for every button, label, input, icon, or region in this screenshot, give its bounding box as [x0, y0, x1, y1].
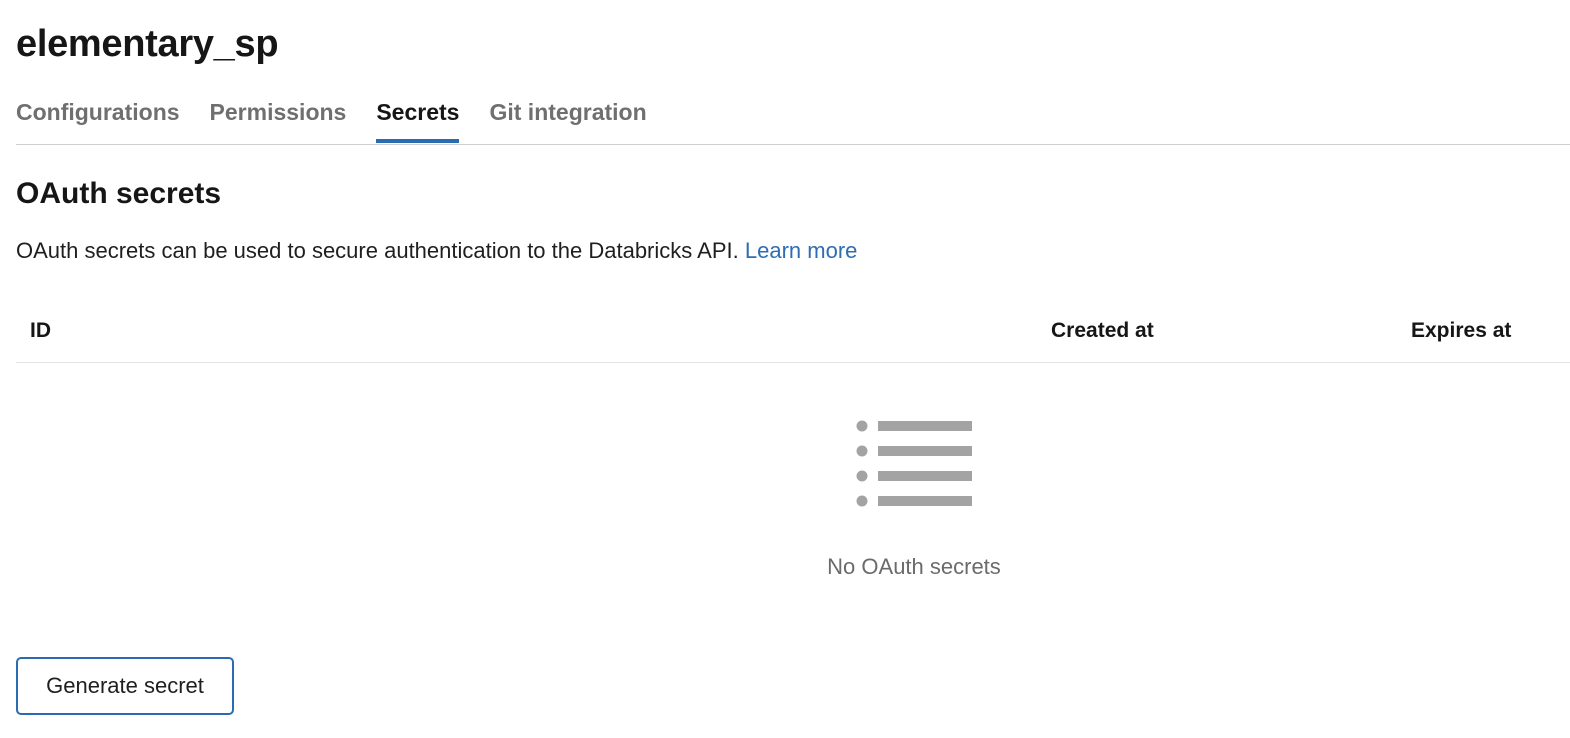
- tab-secrets[interactable]: Secrets: [376, 88, 460, 143]
- oauth-secrets-description: OAuth secrets can be used to secure auth…: [16, 236, 857, 266]
- empty-state-message: No OAuth secrets: [827, 554, 1001, 579]
- tab-bar: Configurations Permissions Secrets Git i…: [16, 88, 1570, 145]
- secrets-table-header: ID Created at Expires at: [16, 300, 1570, 363]
- tab-git-integration[interactable]: Git integration: [489, 88, 646, 143]
- column-header-created-at[interactable]: Created at: [1051, 316, 1154, 346]
- column-header-id[interactable]: ID: [30, 316, 51, 346]
- oauth-secrets-heading: OAuth secrets: [16, 177, 222, 210]
- list-icon: [856, 420, 972, 507]
- tab-permissions[interactable]: Permissions: [210, 88, 347, 143]
- generate-secret-button[interactable]: Generate secret: [16, 657, 234, 715]
- column-header-expires-at[interactable]: Expires at: [1411, 316, 1511, 346]
- service-principal-page: elementary_sp Configurations Permissions…: [16, 0, 1570, 738]
- learn-more-link[interactable]: Learn more: [745, 238, 858, 263]
- tab-configurations[interactable]: Configurations: [16, 88, 180, 143]
- description-text: OAuth secrets can be used to secure auth…: [16, 238, 739, 263]
- page-title: elementary_sp: [16, 23, 279, 65]
